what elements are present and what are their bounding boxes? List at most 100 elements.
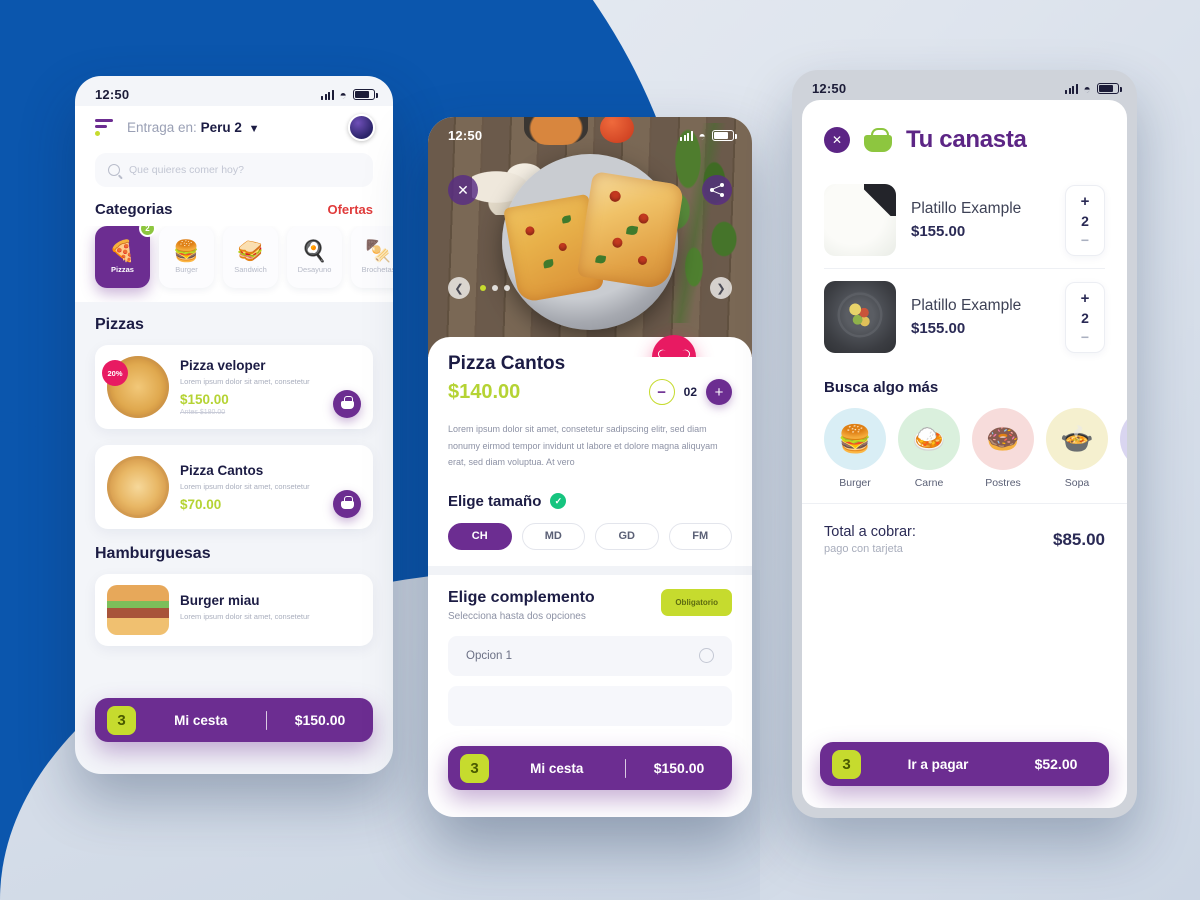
food-description: Lorem ipsum dolor sit amet, consetetur: [180, 612, 310, 621]
quantity-increase-button[interactable]: +: [1081, 291, 1090, 306]
cart-line-item[interactable]: Platillo Example $155.00 + 2 −: [802, 269, 1127, 365]
offers-link[interactable]: Ofertas: [327, 202, 373, 217]
size-option-md[interactable]: MD: [521, 522, 585, 550]
heart-icon: [666, 350, 682, 358]
quantity-decrease-button[interactable]: −: [1081, 233, 1089, 247]
complement-option-row[interactable]: Opcion 1: [448, 635, 732, 676]
total-value: $85.00: [1053, 529, 1105, 549]
more-category-row[interactable]: 🍔 Burger 🍛 Carne 🍩 Postres 🍲 Sopa 🍋Snacks: [802, 408, 1127, 503]
product-detail-sheet: Pizza Cantos $140.00 − 02 + Lorem ipsum …: [428, 337, 752, 726]
my-cart-bar[interactable]: 3 Mi cesta $150.00: [95, 698, 373, 742]
wifi-icon: ◓: [1083, 81, 1091, 96]
category-icon: 🥪: [237, 239, 264, 263]
category-chip-brochetas[interactable]: 🍢 Brochetas: [351, 226, 393, 288]
item-info: Platillo Example $155.00: [911, 200, 1050, 240]
page-title: Tu canasta: [906, 126, 1027, 153]
section-title-hamburguesas: Hamburguesas: [95, 545, 211, 562]
add-to-cart-button[interactable]: [333, 490, 361, 518]
complement-option-row[interactable]: [448, 685, 732, 726]
product-description: Lorem ipsum dolor sit amet, consetetur s…: [448, 424, 718, 468]
total-labels: Total a cobrar: pago con tarjeta: [824, 524, 1053, 555]
home-topbar: Entraga en: Peru 2 ▼: [75, 106, 393, 153]
category-chip-sandwich[interactable]: 🥪 Sandwich: [223, 226, 278, 288]
my-cart-bar[interactable]: 3 Mi cesta $150.00: [448, 746, 732, 790]
complement-title: Elige complemento: [448, 588, 595, 606]
more-category-sopa[interactable]: 🍲 Sopa: [1046, 408, 1108, 489]
category-chip-row[interactable]: 2 🍕 Pizzas 🍔 Burger 🥪 Sandwich 🍳 Desayuno 🍢 Broche…: [75, 226, 393, 302]
food-thumbnail: [107, 585, 169, 635]
item-price: $155.00: [911, 223, 966, 240]
search-bar[interactable]: Que quieres comer hoy?: [95, 153, 373, 187]
more-category-postres[interactable]: 🍩 Postres: [972, 408, 1034, 489]
categories-title: Categorias: [95, 201, 173, 218]
more-category-burger[interactable]: 🍔 Burger: [824, 408, 886, 489]
more-category-snacks[interactable]: 🍋Snacks: [1120, 408, 1127, 489]
more-category-icon: 🍋: [1120, 408, 1127, 470]
food-thumbnail: [107, 456, 169, 518]
quantity-increase-button[interactable]: +: [706, 379, 732, 405]
carousel-dot[interactable]: [492, 285, 498, 291]
discount-badge: 20%: [102, 360, 128, 386]
food-price: $70.00: [180, 496, 222, 512]
more-category-icon: 🍩: [972, 408, 1034, 470]
status-bar: 12:50 ◓: [75, 76, 393, 106]
search-input[interactable]: Que quieres comer hoy?: [129, 164, 244, 176]
carousel-dot[interactable]: [504, 285, 510, 291]
signal-icon: [321, 89, 334, 100]
close-button[interactable]: ✕: [448, 175, 478, 205]
food-thumbnail: 20%: [102, 356, 169, 418]
add-to-cart-button[interactable]: [333, 390, 361, 418]
total-sublabel: pago con tarjeta: [824, 543, 903, 555]
category-label: Burger: [175, 264, 198, 274]
avatar[interactable]: [348, 114, 375, 141]
quantity-stepper[interactable]: − 02 +: [648, 379, 732, 405]
wifi-icon: ◓: [698, 128, 706, 143]
size-option-ch[interactable]: CH: [448, 522, 512, 550]
checkout-label: Ir a pagar: [907, 756, 969, 772]
category-chip-pizzas[interactable]: 2 🍕 Pizzas: [95, 226, 156, 288]
category-icon: 🍢: [365, 239, 392, 263]
category-icon: 🍕: [109, 239, 136, 263]
quantity-stepper[interactable]: + 2 −: [1065, 184, 1105, 256]
delivery-prefix: Entraga en:: [127, 120, 197, 135]
category-chip-burger[interactable]: 🍔 Burger: [159, 226, 214, 288]
size-option-fm[interactable]: FM: [668, 522, 732, 550]
more-category-carne[interactable]: 🍛 Carne: [898, 408, 960, 489]
price-and-quantity-row: $140.00 − 02 +: [448, 379, 732, 405]
size-options[interactable]: CH MD GD FM: [448, 522, 732, 566]
basket-icon: [864, 128, 892, 152]
food-card[interactable]: Pizza Cantos Lorem ipsum dolor sit amet,…: [95, 445, 373, 529]
category-chip-desayuno[interactable]: 🍳 Desayuno: [287, 226, 342, 288]
more-category-label: Sopa: [1064, 477, 1090, 489]
carousel-prev-icon[interactable]: ❮: [448, 277, 470, 299]
quantity-stepper[interactable]: + 2 −: [1065, 281, 1105, 353]
checkout-button[interactable]: 3 Ir a pagar $52.00: [820, 742, 1109, 786]
share-button[interactable]: [702, 175, 732, 205]
delivery-location[interactable]: Entraga en: Peru 2 ▼: [127, 120, 260, 135]
carousel-next-icon[interactable]: ❯: [710, 277, 732, 299]
food-old-price: Antes $180.00: [180, 409, 226, 416]
category-label: Sandwich: [234, 264, 267, 274]
phone-home-screen: 12:50 ◓ Entraga en: Peru 2 ▼ Que quieres…: [75, 76, 393, 774]
item-price: $155.00: [911, 320, 966, 337]
chevron-down-icon[interactable]: ▼: [249, 123, 260, 135]
total-row: Total a cobrar: pago con tarjeta $85.00: [802, 503, 1127, 573]
size-option-gd[interactable]: GD: [595, 522, 659, 550]
carousel-dots[interactable]: [480, 285, 510, 291]
close-button[interactable]: ✕: [824, 127, 850, 153]
category-label: Brochetas: [361, 264, 393, 274]
option-radio[interactable]: [699, 648, 714, 664]
cart-line-item[interactable]: Platillo Example $155.00 + 2 −: [802, 172, 1127, 268]
quantity-increase-button[interactable]: +: [1081, 194, 1090, 209]
image-carousel-nav[interactable]: ❮ ❯: [428, 277, 752, 299]
delivery-place: Peru 2: [200, 120, 242, 135]
carousel-dot[interactable]: [480, 285, 486, 291]
divider: [624, 758, 626, 778]
item-info: Platillo Example $155.00: [911, 297, 1050, 337]
menu-icon[interactable]: [95, 119, 115, 136]
food-card[interactable]: Burger miau Lorem ipsum dolor sit amet, …: [95, 574, 373, 646]
quantity-decrease-button[interactable]: −: [1081, 330, 1089, 344]
food-card[interactable]: 20% Pizza veloper Lorem ipsum dolor sit …: [95, 345, 373, 429]
quantity-value: 2: [1081, 212, 1089, 229]
quantity-decrease-button[interactable]: −: [648, 379, 675, 405]
